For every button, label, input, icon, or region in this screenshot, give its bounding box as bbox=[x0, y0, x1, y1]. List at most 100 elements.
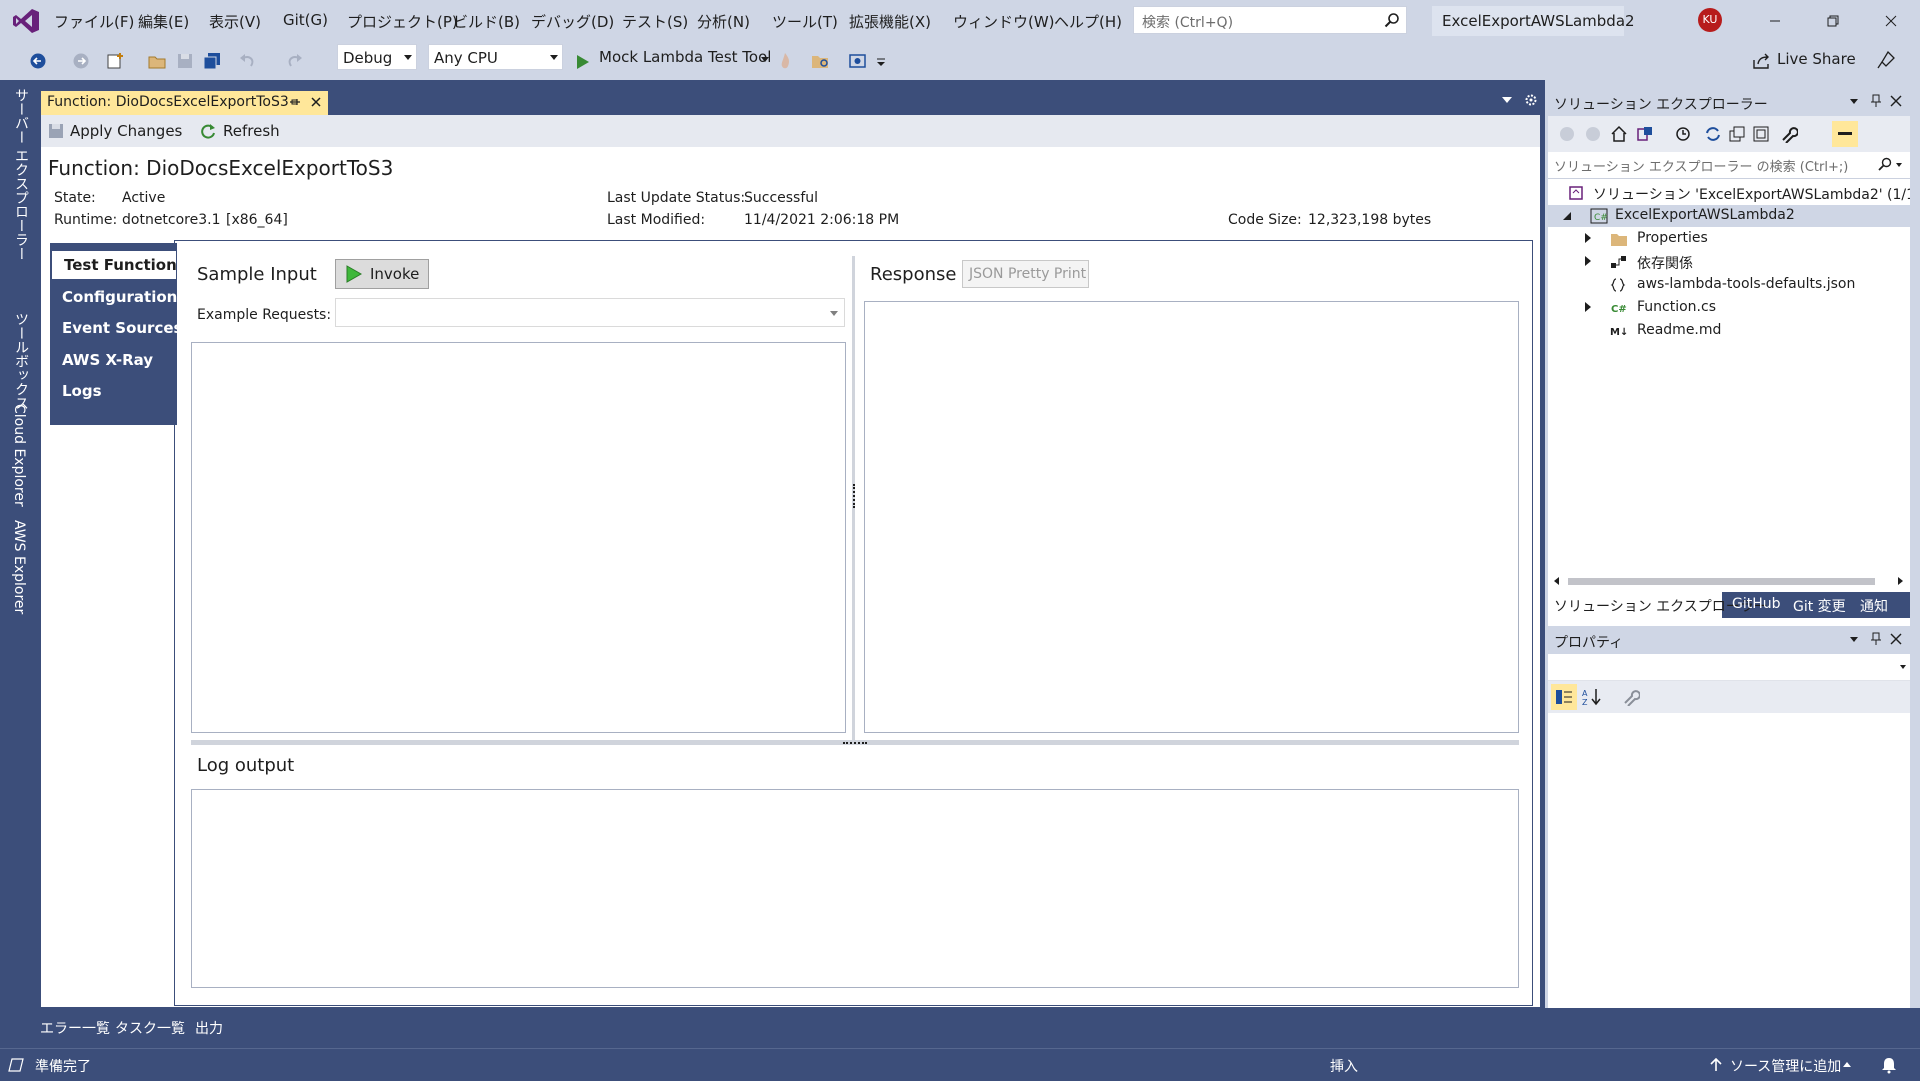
restore-icon[interactable] bbox=[1820, 8, 1846, 34]
collapsed-arrow-icon[interactable] bbox=[1585, 233, 1591, 243]
close-tab-icon[interactable] bbox=[309, 95, 323, 109]
tab-error-list[interactable]: エラー一覧 bbox=[40, 1018, 110, 1038]
switch-views-icon[interactable] bbox=[1636, 125, 1654, 143]
json-pretty-print-button[interactable]: JSON Pretty Print bbox=[962, 260, 1089, 288]
add-to-source-control-button[interactable]: ソース管理に追加 bbox=[1730, 1056, 1841, 1076]
menu-edit[interactable]: 編集(E) bbox=[138, 11, 189, 32]
find-in-files-icon[interactable] bbox=[811, 52, 831, 70]
close-window-icon[interactable] bbox=[1878, 8, 1904, 34]
save-all-icon[interactable] bbox=[202, 52, 222, 70]
back-icon[interactable] bbox=[1558, 125, 1576, 143]
undo-icon[interactable] bbox=[238, 52, 258, 70]
window-menu-icon[interactable] bbox=[1850, 637, 1858, 642]
menu-debug[interactable]: デバッグ(D) bbox=[531, 11, 614, 32]
tab-configuration[interactable]: Configuration bbox=[62, 288, 177, 306]
horizontal-scrollbar[interactable] bbox=[1550, 573, 1908, 589]
hot-reload-icon[interactable] bbox=[778, 52, 792, 70]
log-output-box[interactable] bbox=[191, 789, 1519, 988]
tree-item-function-cs[interactable]: C# Function.cs bbox=[1548, 297, 1910, 319]
preview-selected-icon[interactable] bbox=[1832, 121, 1858, 147]
configuration-dropdown[interactable]: Debug bbox=[337, 44, 417, 70]
sync-icon[interactable] bbox=[1704, 125, 1722, 143]
minimize-icon[interactable] bbox=[1762, 8, 1788, 34]
tree-item-readme[interactable]: M↓ Readme.md bbox=[1548, 320, 1910, 342]
invoke-button[interactable]: Invoke bbox=[335, 259, 429, 289]
chevron-up-icon[interactable] bbox=[1843, 1062, 1851, 1067]
menu-tools[interactable]: ツール(T) bbox=[772, 11, 838, 32]
example-requests-dropdown[interactable] bbox=[335, 298, 845, 327]
properties-object-dropdown[interactable] bbox=[1548, 654, 1910, 681]
live-share-icon[interactable] bbox=[1752, 51, 1772, 71]
platform-dropdown[interactable]: Any CPU bbox=[428, 44, 563, 70]
avatar[interactable]: KU bbox=[1698, 8, 1722, 32]
properties-wrench-icon[interactable] bbox=[1780, 125, 1798, 143]
menu-analyze[interactable]: 分析(N) bbox=[697, 11, 750, 32]
tab-server-explorer[interactable]: サーバー エクスプローラー bbox=[11, 88, 31, 260]
scroll-right-icon[interactable] bbox=[1898, 577, 1903, 585]
menu-file[interactable]: ファイル(F) bbox=[54, 11, 134, 32]
close-icon[interactable] bbox=[1890, 633, 1902, 645]
feedback-icon[interactable] bbox=[1876, 50, 1896, 70]
tab-git-changes[interactable]: Git 変更 bbox=[1793, 596, 1846, 616]
toolbar-overflow-icon[interactable] bbox=[876, 58, 886, 68]
tab-test-function[interactable]: Test Function bbox=[52, 251, 177, 279]
screenshot-icon[interactable] bbox=[848, 52, 868, 70]
pending-changes-filter-icon[interactable] bbox=[1674, 125, 1692, 143]
refresh-button[interactable]: Refresh bbox=[223, 122, 280, 140]
tab-toolbox[interactable]: ツールボックス bbox=[11, 312, 31, 410]
visual-studio-logo-icon[interactable] bbox=[12, 8, 40, 34]
pin-icon[interactable] bbox=[1870, 632, 1882, 646]
chevron-down-icon[interactable] bbox=[761, 57, 769, 62]
alphabetical-icon[interactable]: AZ bbox=[1582, 687, 1604, 707]
tab-aws-x-ray[interactable]: AWS X-Ray bbox=[62, 351, 153, 369]
chevron-down-icon[interactable] bbox=[1896, 163, 1902, 167]
splitter-grip-icon[interactable] bbox=[853, 484, 857, 508]
tab-event-sources[interactable]: Event Sources bbox=[62, 319, 182, 337]
pin-icon[interactable] bbox=[1870, 94, 1882, 108]
search-input[interactable]: 検索 (Ctrl+Q) bbox=[1133, 6, 1407, 34]
tree-item-aws-config[interactable]: aws-lambda-tools-defaults.json bbox=[1548, 274, 1910, 296]
expanded-arrow-icon[interactable] bbox=[1563, 212, 1571, 220]
menu-build[interactable]: ビルド(B) bbox=[453, 11, 520, 32]
run-target-button[interactable]: Mock Lambda Test Tool bbox=[599, 48, 771, 66]
tab-output[interactable]: 出力 bbox=[195, 1018, 223, 1038]
show-all-files-icon[interactable] bbox=[1752, 125, 1770, 143]
collapsed-arrow-icon[interactable] bbox=[1585, 302, 1591, 312]
scroll-left-icon[interactable] bbox=[1554, 577, 1559, 585]
notification-bell-icon[interactable] bbox=[1880, 1056, 1898, 1074]
scrollbar-thumb[interactable] bbox=[1568, 578, 1875, 585]
menu-git[interactable]: Git(G) bbox=[283, 11, 328, 29]
document-tab[interactable]: Function: DioDocsExcelExportToS3 bbox=[41, 91, 328, 115]
menu-extensions[interactable]: 拡張機能(X) bbox=[849, 11, 931, 32]
tab-logs[interactable]: Logs bbox=[62, 382, 102, 400]
new-project-icon[interactable] bbox=[106, 52, 126, 70]
tab-github[interactable]: GitHub bbox=[1732, 596, 1781, 612]
tab-cloud-explorer[interactable]: Cloud Explorer bbox=[11, 404, 27, 507]
sample-input-editor[interactable] bbox=[191, 342, 846, 733]
collapse-all-icon[interactable] bbox=[1728, 125, 1746, 143]
menu-help[interactable]: ヘルプ(H) bbox=[1054, 11, 1122, 32]
collapsed-arrow-icon[interactable] bbox=[1585, 256, 1591, 266]
tree-item-solution[interactable]: ソリューション 'ExcelExportAWSLambda2' (1/1 プロジ bbox=[1548, 182, 1910, 204]
tab-list-dropdown-icon[interactable] bbox=[1502, 97, 1512, 103]
tree-item-dependencies[interactable]: 依存関係 bbox=[1548, 251, 1910, 273]
start-debug-icon[interactable] bbox=[576, 54, 590, 70]
menu-view[interactable]: 表示(V) bbox=[209, 11, 261, 32]
tab-notifications[interactable]: 通知 bbox=[1860, 596, 1888, 616]
menu-project[interactable]: プロジェクト(P) bbox=[347, 11, 458, 32]
pin-icon[interactable] bbox=[287, 95, 301, 109]
menu-window[interactable]: ウィンドウ(W) bbox=[953, 11, 1055, 32]
tree-item-properties[interactable]: Properties bbox=[1548, 228, 1910, 250]
tree-item-project[interactable]: C# ExcelExportAWSLambda2 bbox=[1548, 205, 1910, 227]
tab-task-list[interactable]: タスク一覧 bbox=[115, 1018, 185, 1038]
response-output[interactable] bbox=[864, 301, 1519, 733]
apply-changes-button[interactable]: Apply Changes bbox=[70, 122, 182, 140]
live-share-button[interactable]: Live Share bbox=[1777, 50, 1856, 68]
redo-icon[interactable] bbox=[284, 52, 304, 70]
property-pages-wrench-icon[interactable] bbox=[1622, 688, 1640, 706]
save-icon[interactable] bbox=[176, 52, 194, 70]
window-menu-icon[interactable] bbox=[1850, 99, 1858, 104]
menu-test[interactable]: テスト(S) bbox=[622, 11, 688, 32]
categorized-icon[interactable] bbox=[1551, 684, 1577, 710]
open-folder-icon[interactable] bbox=[148, 52, 168, 70]
